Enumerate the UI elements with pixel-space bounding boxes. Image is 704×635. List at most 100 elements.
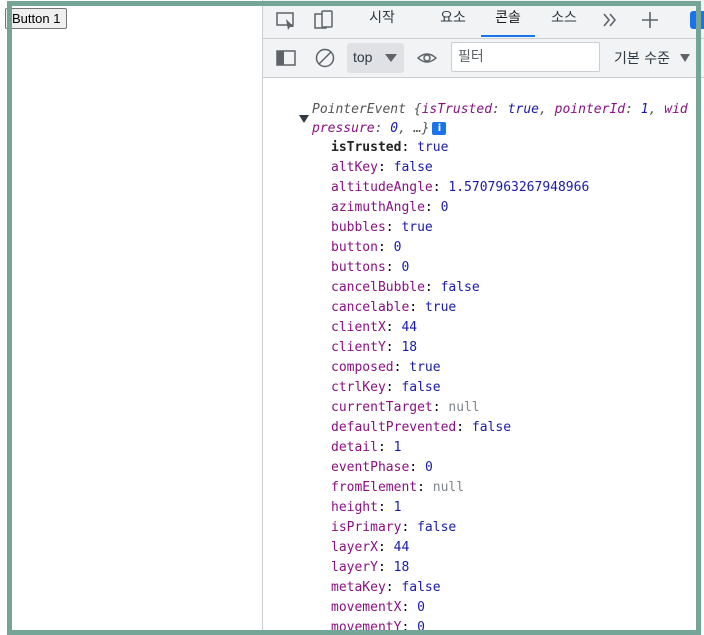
button-1[interactable]: Button 1 [5, 8, 68, 29]
property-value: false [440, 280, 480, 295]
issues-badge-icon[interactable] [690, 11, 704, 29]
clear-console-icon[interactable] [314, 47, 336, 69]
property-value: false [417, 520, 457, 535]
live-expression-eye-icon[interactable] [416, 47, 438, 69]
summary-key: isTrusted [421, 102, 493, 117]
property-row[interactable]: altitudeAngle: 1.5707963267948966 [331, 178, 589, 198]
property-row[interactable]: button: 0 [331, 238, 401, 258]
property-value: true [417, 140, 449, 155]
property-row[interactable]: azimuthAngle: 0 [331, 198, 448, 218]
property-value: true [424, 300, 457, 315]
property-value: true [401, 220, 433, 235]
console-output: PointerEvent {isTrusted: true, pointerId… [263, 78, 704, 634]
property-value: 0 [393, 240, 402, 255]
log-levels-dropdown[interactable]: 기본 수준 [614, 48, 691, 68]
property-row[interactable]: cancelBubble: false [331, 278, 480, 298]
property-row[interactable]: defaultPrevented: false [331, 418, 511, 438]
property-row[interactable]: layerX: 44 [331, 538, 409, 558]
property-row[interactable]: layerY: 18 [331, 558, 409, 578]
property-row[interactable]: height: 1 [331, 498, 401, 518]
property-value: 18 [401, 340, 418, 355]
devtools-tab-bar: 시작 요소 콘솔 소스 [263, 0, 704, 39]
property-value: true [409, 360, 441, 375]
tab-sources[interactable]: 소스 [539, 0, 589, 37]
filter-input[interactable] [451, 42, 600, 72]
property-key: altKey [331, 160, 378, 175]
property-row[interactable]: clientX: 44 [331, 318, 417, 338]
property-value: 1 [393, 500, 402, 515]
tab-welcome[interactable]: 시작 [357, 0, 407, 37]
property-row[interactable]: altKey: false [331, 158, 433, 178]
summary-key: pressure [312, 121, 375, 136]
summary-key: wid [664, 102, 688, 117]
summary-value: true [507, 102, 539, 117]
property-row[interactable]: metaKey: false [331, 578, 441, 598]
property-row[interactable]: composed: true [331, 358, 441, 378]
property-key: composed [331, 360, 394, 375]
property-row[interactable]: buttons: 0 [331, 258, 409, 278]
property-key: isTrusted [331, 140, 402, 155]
tab-elements[interactable]: 요소 [429, 0, 477, 37]
property-key: clientY [331, 340, 386, 355]
property-value: 1.5707963267948966 [448, 180, 590, 195]
property-key: detail [331, 440, 378, 455]
devtools-panel: 시작 요소 콘솔 소스 top 기본 수준 [262, 0, 704, 634]
property-value: 44 [393, 540, 410, 555]
property-value: null [448, 400, 480, 415]
property-value: 0 [401, 260, 410, 275]
property-row[interactable]: bubbles: true [331, 218, 433, 238]
property-key: bubbles [331, 220, 386, 235]
more-tabs-icon[interactable] [599, 9, 621, 31]
summary-value: 1 [640, 102, 649, 117]
property-row[interactable]: eventPhase: 0 [331, 458, 433, 478]
property-key: ctrlKey [331, 380, 386, 395]
property-key: isPrimary [331, 520, 402, 535]
property-key: buttons [331, 260, 386, 275]
summary-value: 0 [390, 121, 399, 136]
property-key: clientX [331, 320, 386, 335]
expand-triangle-icon[interactable] [299, 115, 309, 123]
event-summary-line-2[interactable]: pressure: 0, …} i [312, 121, 447, 136]
property-row[interactable]: clientY: 18 [331, 338, 417, 358]
inspect-element-icon[interactable] [275, 9, 297, 31]
summary-suffix: , …} [398, 121, 430, 136]
context-dropdown-arrow-icon [385, 54, 397, 62]
property-key: height [331, 500, 378, 515]
summary-key: pointerId [554, 102, 626, 117]
property-row[interactable]: detail: 1 [331, 438, 401, 458]
property-value: 0 [440, 200, 449, 215]
property-key: azimuthAngle [331, 200, 425, 215]
info-icon[interactable]: i [432, 122, 447, 135]
context-label: top [353, 49, 373, 65]
property-row[interactable]: ctrlKey: false [331, 378, 441, 398]
property-row[interactable]: movementX: 0 [331, 598, 425, 618]
device-toolbar-icon[interactable] [313, 9, 335, 31]
property-value: 18 [393, 560, 410, 575]
property-key: cancelable [331, 300, 410, 315]
property-key: eventPhase [331, 460, 410, 475]
event-summary-line-1[interactable]: PointerEvent {isTrusted: true, pointerId… [312, 102, 688, 117]
property-key: currentTarget [331, 400, 433, 415]
property-value: 44 [401, 320, 418, 335]
property-row[interactable]: isPrimary: false [331, 518, 456, 538]
property-value: false [401, 380, 441, 395]
property-value: 0 [417, 620, 425, 634]
property-value: 1 [393, 440, 402, 455]
property-row[interactable]: currentTarget: null [331, 398, 480, 418]
property-row[interactable]: cancelable: true [331, 298, 456, 318]
context-selector[interactable]: top [347, 43, 404, 73]
log-levels-label: 기본 수준 [614, 51, 670, 67]
property-key: altitudeAngle [331, 180, 433, 195]
sidebar-toggle-icon[interactable] [275, 47, 297, 69]
property-row[interactable]: movementY: 0 [331, 618, 425, 634]
property-key: metaKey [331, 580, 386, 595]
property-row[interactable]: fromElement: null [331, 478, 464, 498]
tab-console[interactable]: 콘솔 [481, 0, 535, 37]
property-key: fromElement [331, 480, 418, 495]
property-key: defaultPrevented [331, 420, 457, 435]
console-toolbar: top 기본 수준 [263, 39, 704, 78]
property-row[interactable]: isTrusted: true [331, 138, 448, 158]
property-key: layerY [331, 560, 378, 575]
add-tab-icon[interactable] [639, 9, 661, 31]
property-value: false [401, 580, 441, 595]
